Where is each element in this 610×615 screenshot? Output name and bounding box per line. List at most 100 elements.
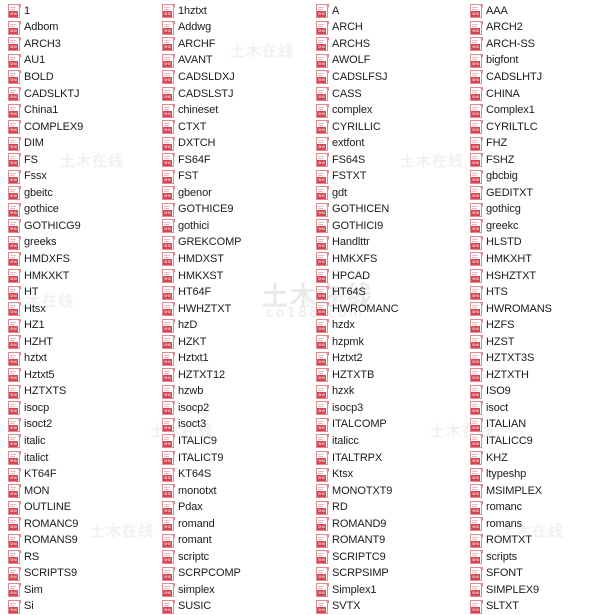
file-list-item[interactable]: SHX HZTXTS bbox=[8, 384, 152, 401]
file-list-item[interactable]: SHX hzdx bbox=[316, 317, 456, 334]
file-list-item[interactable]: SHX MON bbox=[8, 483, 152, 500]
file-list-item[interactable]: SHX romans bbox=[470, 516, 608, 533]
file-list-item[interactable]: SHX AU1 bbox=[8, 53, 152, 70]
file-list-item[interactable]: SHX ITALICT9 bbox=[162, 450, 304, 467]
file-list-item[interactable]: SHX ARCH2 bbox=[470, 20, 608, 37]
file-list-item[interactable]: SHX HZTXTH bbox=[470, 367, 608, 384]
file-list-item[interactable]: SHX gothici bbox=[162, 218, 304, 235]
file-list-item[interactable]: SHX GOTHICG9 bbox=[8, 218, 152, 235]
file-list-item[interactable]: SHX ITALTRPX bbox=[316, 450, 456, 467]
file-list-item[interactable]: SHX CADSLHTJ bbox=[470, 69, 608, 86]
file-list-item[interactable]: SHX COMPLEX9 bbox=[8, 119, 152, 136]
file-list-item[interactable]: SHX hzpmk bbox=[316, 334, 456, 351]
file-list-item[interactable]: SHX ARCH3 bbox=[8, 36, 152, 53]
file-list-item[interactable]: SHX HMKXST bbox=[162, 268, 304, 285]
file-list-item[interactable]: SHX CADSLDXJ bbox=[162, 69, 304, 86]
file-list-item[interactable]: SHX HZHT bbox=[8, 334, 152, 351]
file-list-item[interactable]: SHX hzxk bbox=[316, 384, 456, 401]
file-list-item[interactable]: SHX Adbom bbox=[8, 20, 152, 37]
file-list-item[interactable]: SHX simplex bbox=[162, 582, 304, 599]
file-list-item[interactable]: SHX HZST bbox=[470, 334, 608, 351]
file-list-item[interactable]: SHX isoct3 bbox=[162, 417, 304, 434]
file-list-item[interactable]: SHX HZTXT3S bbox=[470, 350, 608, 367]
file-list-item[interactable]: SHX ARCH bbox=[316, 20, 456, 37]
file-list-item[interactable]: SHX ARCHS bbox=[316, 36, 456, 53]
file-list-item[interactable]: SHX chineset bbox=[162, 102, 304, 119]
file-list-item[interactable]: SHX HMKXHT bbox=[470, 251, 608, 268]
file-list-item[interactable]: SHX CADSLKTJ bbox=[8, 86, 152, 103]
file-list-item[interactable]: SHX ITALIC9 bbox=[162, 433, 304, 450]
file-list-item[interactable]: SHX HT bbox=[8, 284, 152, 301]
file-list-item[interactable]: SHX CHINA bbox=[470, 86, 608, 103]
file-list-item[interactable]: SHX HMDXFS bbox=[8, 251, 152, 268]
file-list-item[interactable]: SHX Hztxt1 bbox=[162, 350, 304, 367]
file-list-item[interactable]: SHX Addwg bbox=[162, 20, 304, 37]
file-list-item[interactable]: SHX ARCH-SS bbox=[470, 36, 608, 53]
file-list-item[interactable]: SHX ROMANS9 bbox=[8, 533, 152, 550]
file-list-item[interactable]: SHX RS bbox=[8, 549, 152, 566]
file-list-item[interactable]: SHX CASS bbox=[316, 86, 456, 103]
file-list-item[interactable]: SHX HMKXFS bbox=[316, 251, 456, 268]
file-list-item[interactable]: SHX SIMPLEX9 bbox=[470, 582, 608, 599]
file-list-item[interactable]: SHX scripts bbox=[470, 549, 608, 566]
file-list-item[interactable]: SHX SLTXT bbox=[470, 599, 608, 615]
file-list-item[interactable]: SHX FS64F bbox=[162, 152, 304, 169]
file-list-item[interactable]: SHX FST bbox=[162, 168, 304, 185]
file-list-item[interactable]: SHX Hztxt2 bbox=[316, 350, 456, 367]
file-list-item[interactable]: SHX 1 bbox=[8, 3, 152, 20]
file-list-item[interactable]: SHX isocp2 bbox=[162, 400, 304, 417]
file-list-item[interactable]: SHX italict bbox=[8, 450, 152, 467]
file-list-item[interactable]: SHX isoct bbox=[470, 400, 608, 417]
file-list-item[interactable]: SHX gbcbig bbox=[470, 168, 608, 185]
file-list-item[interactable]: SHX HT64F bbox=[162, 284, 304, 301]
file-list-item[interactable]: SHX ITALICC9 bbox=[470, 433, 608, 450]
file-list-item[interactable]: SHX Hztxt5 bbox=[8, 367, 152, 384]
file-list-item[interactable]: SHX ltypeshp bbox=[470, 466, 608, 483]
file-list-item[interactable]: SHX greeks bbox=[8, 235, 152, 252]
file-list-item[interactable]: SHX monotxt bbox=[162, 483, 304, 500]
file-list-item[interactable]: SHX HWROMANC bbox=[316, 301, 456, 318]
file-list-item[interactable]: SHX Si bbox=[8, 599, 152, 615]
file-list-item[interactable]: SHX extfont bbox=[316, 135, 456, 152]
file-list-item[interactable]: SHX HSHZTXT bbox=[470, 268, 608, 285]
file-list-item[interactable]: SHX Complex1 bbox=[470, 102, 608, 119]
file-list-item[interactable]: SHX SCRIPTC9 bbox=[316, 549, 456, 566]
file-list-item[interactable]: SHX ROMANT9 bbox=[316, 533, 456, 550]
file-list-item[interactable]: SHX KT64F bbox=[8, 466, 152, 483]
file-list-item[interactable]: SHX SVTX bbox=[316, 599, 456, 615]
file-list-item[interactable]: SHX HZKT bbox=[162, 334, 304, 351]
file-list-item[interactable]: SHX OUTLINE bbox=[8, 499, 152, 516]
file-list-item[interactable]: SHX SCRIPTS9 bbox=[8, 566, 152, 583]
file-list-item[interactable]: SHX KHZ bbox=[470, 450, 608, 467]
file-list-item[interactable]: SHX complex bbox=[316, 102, 456, 119]
file-list-item[interactable]: SHX HT64S bbox=[316, 284, 456, 301]
file-list-item[interactable]: SHX FS bbox=[8, 152, 152, 169]
file-list-item[interactable]: SHX DXTCH bbox=[162, 135, 304, 152]
file-list-item[interactable]: SHX bigfont bbox=[470, 53, 608, 70]
file-list-item[interactable]: SHX SFONT bbox=[470, 566, 608, 583]
file-list-item[interactable]: SHX HWHZTXT bbox=[162, 301, 304, 318]
file-list-item[interactable]: SHX ISO9 bbox=[470, 384, 608, 401]
file-list-item[interactable]: SHX hzwb bbox=[162, 384, 304, 401]
file-list-item[interactable]: SHX isoct2 bbox=[8, 417, 152, 434]
file-list-item[interactable]: SHX scriptc bbox=[162, 549, 304, 566]
file-list-item[interactable]: SHX italic bbox=[8, 433, 152, 450]
file-list-item[interactable]: SHX AVANT bbox=[162, 53, 304, 70]
file-list-item[interactable]: SHX GEDITXT bbox=[470, 185, 608, 202]
file-list-item[interactable]: SHX HZTXTB bbox=[316, 367, 456, 384]
file-list-item[interactable]: SHX RD bbox=[316, 499, 456, 516]
file-list-item[interactable]: SHX CYRILTLC bbox=[470, 119, 608, 136]
file-list-item[interactable]: SHX GOTHICI9 bbox=[316, 218, 456, 235]
file-list-item[interactable]: SHX isocp bbox=[8, 400, 152, 417]
file-list-item[interactable]: SHX gdt bbox=[316, 185, 456, 202]
file-list-item[interactable]: SHX Htsx bbox=[8, 301, 152, 318]
file-list-item[interactable]: SHX Sim bbox=[8, 582, 152, 599]
file-list-item[interactable]: SHX Simplex1 bbox=[316, 582, 456, 599]
file-list-item[interactable]: SHX GOTHICEN bbox=[316, 202, 456, 219]
file-list-item[interactable]: SHX HZTXT12 bbox=[162, 367, 304, 384]
file-list-item[interactable]: SHX gothice bbox=[8, 202, 152, 219]
file-list-item[interactable]: SHX ROMANC9 bbox=[8, 516, 152, 533]
file-list-item[interactable]: SHX hzD bbox=[162, 317, 304, 334]
file-list-item[interactable]: SHX Pdax bbox=[162, 499, 304, 516]
file-list-item[interactable]: SHX HZ1 bbox=[8, 317, 152, 334]
